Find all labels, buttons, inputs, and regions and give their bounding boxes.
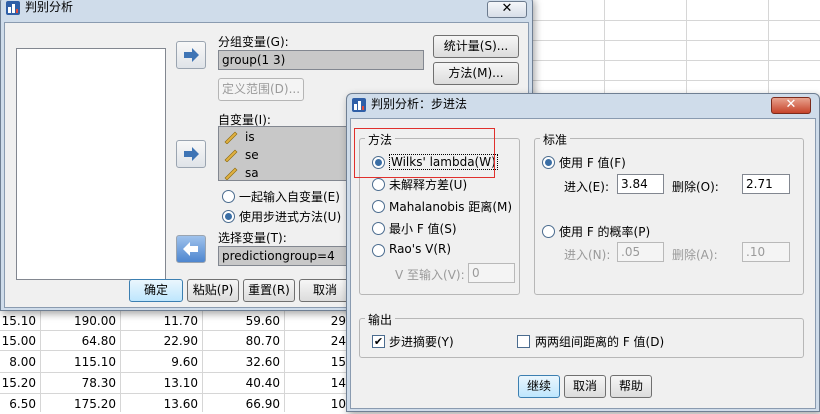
close-button[interactable]: ✕: [487, 1, 527, 18]
entry-prob-label: 进入(N):: [564, 248, 611, 262]
move-to-selection-button[interactable]: [176, 235, 206, 263]
entry-label: 进入(E):: [564, 180, 609, 194]
pairwise-distance-checkbox[interactable]: [517, 335, 530, 348]
arrow-left-icon: [183, 242, 198, 256]
table-cell[interactable]: 40.40: [202, 373, 280, 393]
removal-prob-label: 删除(A):: [672, 248, 718, 262]
use-f-value-label: 使用 F 值(F): [559, 156, 626, 170]
table-cell[interactable]: 190.00: [40, 311, 116, 331]
enter-together-radio[interactable]: [222, 190, 235, 203]
stepwise-method-dialog: 判别分析：步进法 ✕ 方法 Wilks' lambda(W) 未解释方差(U) …: [346, 93, 820, 412]
unexplained-variance-radio[interactable]: [372, 178, 385, 191]
variable-name: sa: [245, 166, 259, 180]
ok-button[interactable]: 确定: [129, 279, 183, 302]
v-to-enter-field[interactable]: 0: [468, 263, 515, 283]
smallest-f-radio[interactable]: [372, 222, 385, 235]
output-group-title: 输出: [365, 311, 396, 328]
paste-button[interactable]: 粘贴(P): [187, 279, 239, 302]
table-cell[interactable]: 80.70: [202, 331, 280, 351]
smallest-f-label: 最小 F 值(S): [389, 222, 457, 236]
scale-variable-icon: [224, 149, 238, 162]
grouping-variable-label: 分组变量(G):: [218, 35, 289, 49]
table-cell[interactable]: 64.80: [40, 331, 116, 351]
table-cell[interactable]: 10: [284, 394, 346, 414]
variable-name: se: [245, 148, 259, 162]
dialog-body: 方法 Wilks' lambda(W) 未解释方差(U) Mahalanobis…: [350, 118, 816, 409]
selection-variable-label: 选择变量(T):: [218, 231, 287, 245]
help-button[interactable]: 帮助: [610, 375, 652, 398]
use-f-probability-radio[interactable]: [542, 225, 555, 238]
selection-variable-field[interactable]: predictiongroup=4: [218, 246, 358, 266]
use-f-value-radio[interactable]: [542, 156, 555, 169]
removal-field[interactable]: 2.71: [742, 174, 790, 194]
spss-app-icon: [6, 1, 20, 15]
scale-variable-icon: [224, 131, 238, 144]
arrow-right-icon: [184, 147, 199, 161]
move-to-independents-button[interactable]: [176, 140, 206, 168]
scale-variable-icon: [224, 167, 238, 180]
raos-v-radio[interactable]: [372, 244, 385, 257]
statistics-button[interactable]: 统计量(S)...: [433, 35, 519, 58]
removal-label: 删除(O):: [672, 180, 719, 194]
mahalanobis-radio[interactable]: [372, 200, 385, 213]
move-to-grouping-button[interactable]: [176, 41, 206, 69]
dialog-title: 判别分析: [25, 0, 74, 14]
dialog-title: 判别分析：步进法: [371, 97, 468, 111]
raos-v-label: Rao's V(R): [389, 242, 452, 256]
continue-button[interactable]: 继续: [518, 375, 560, 398]
v-to-enter-label: V 至输入(V):: [395, 268, 465, 282]
removal-prob-field[interactable]: .10: [742, 242, 790, 262]
close-button[interactable]: ✕: [771, 97, 811, 114]
stepwise-radio[interactable]: [222, 210, 235, 223]
entry-prob-field[interactable]: .05: [617, 242, 664, 262]
stepwise-summary-label: 步进摘要(Y): [389, 335, 454, 349]
variable-name: is: [245, 130, 255, 144]
independents-list[interactable]: is se sa: [218, 126, 358, 181]
table-cell[interactable]: 13.60: [120, 394, 198, 414]
pairwise-distance-label: 两两组间距离的 F 值(D): [535, 335, 665, 349]
table-cell[interactable]: 66.90: [202, 394, 280, 414]
table-cell[interactable]: 15.10: [0, 311, 36, 331]
arrow-right-icon: [184, 48, 199, 62]
table-cell[interactable]: 29: [284, 311, 346, 331]
dialog-title-bar[interactable]: 判别分析: [1, 0, 532, 19]
cancel-button[interactable]: 取消: [299, 279, 351, 302]
enter-together-label: 一起输入自变量(E): [239, 190, 340, 204]
criteria-group-title: 标准: [540, 131, 571, 148]
source-variable-list[interactable]: [16, 48, 166, 280]
entry-field[interactable]: 3.84: [617, 174, 664, 194]
table-cell[interactable]: 32.60: [202, 352, 280, 372]
stepwise-label: 使用步进式方法(U): [239, 210, 342, 224]
highlight-box: [354, 128, 495, 178]
stepwise-summary-checkbox[interactable]: ✔: [372, 335, 385, 348]
table-cell[interactable]: 9.60: [120, 352, 198, 372]
table-cell[interactable]: 6.50: [0, 394, 36, 414]
define-range-button[interactable]: 定义范围(D)...: [218, 78, 304, 101]
table-cell[interactable]: 78.30: [40, 373, 116, 393]
dialog-title-bar[interactable]: 判别分析：步进法: [347, 94, 819, 116]
table-cell[interactable]: 24: [284, 331, 346, 351]
reset-button[interactable]: 重置(R): [243, 279, 295, 302]
mahalanobis-label: Mahalanobis 距离(M): [389, 200, 513, 214]
table-cell[interactable]: 175.20: [40, 394, 116, 414]
table-cell[interactable]: 13.10: [120, 373, 198, 393]
table-cell[interactable]: 14: [284, 373, 346, 393]
table-cell[interactable]: 59.60: [202, 311, 280, 331]
table-cell[interactable]: 15.20: [0, 373, 36, 393]
table-cell[interactable]: 115.10: [40, 352, 116, 372]
table-cell[interactable]: 8.00: [0, 352, 36, 372]
grouping-variable-field[interactable]: group(1 3): [218, 50, 424, 70]
unexplained-variance-label: 未解释方差(U): [389, 178, 468, 192]
spss-app-icon: [352, 98, 366, 112]
table-cell[interactable]: 11.70: [120, 311, 198, 331]
use-f-probability-label: 使用 F 的概率(P): [559, 225, 651, 239]
cancel-button[interactable]: 取消: [564, 375, 606, 398]
table-cell[interactable]: 15.00: [0, 331, 36, 351]
table-cell[interactable]: 22.90: [120, 331, 198, 351]
table-cell[interactable]: 15: [284, 352, 346, 372]
method-button[interactable]: 方法(M)...: [433, 62, 519, 85]
